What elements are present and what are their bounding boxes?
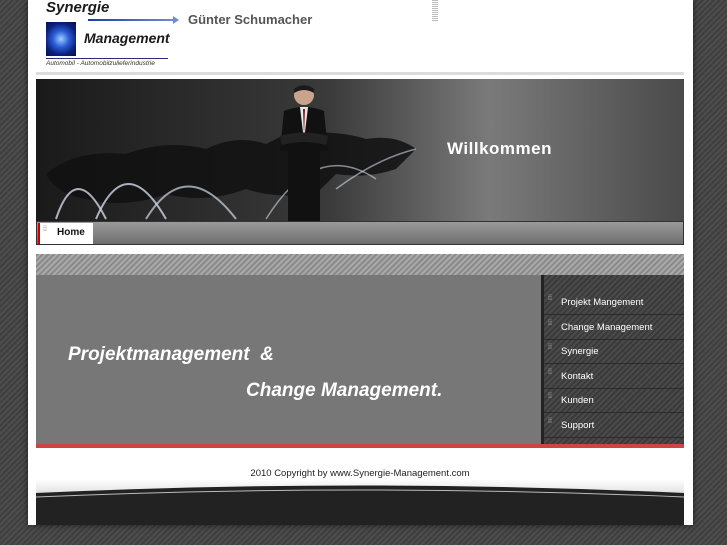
logo-subtitle: Automobil - Automobilzulieferindustrie [46,60,155,67]
sidebar-item-change-management[interactable]: ⁞⁞ Change Management [544,317,684,340]
logo-globe-icon [46,22,76,56]
nav-item-home[interactable]: ⁞⁞ Home [38,223,93,244]
site-footer: 2010 Copyright by www.Synergie-Managemen… [36,448,684,525]
content-top-stripe [36,254,684,275]
hero-banner: Willkommen [36,79,684,221]
site-header: Synergie Management Automobil - Automobi… [28,0,693,76]
businessman-image [280,85,328,221]
small-bullet-icon: ⁞⁞ [548,417,552,425]
page-container: Synergie Management Automobil - Automobi… [28,0,693,525]
small-bullet-icon: ⁞⁞ [548,295,552,302]
world-map-graphic [46,132,417,220]
owner-name: Günter Schumacher [188,12,313,27]
main-nav: ⁞⁞ Home [36,221,684,245]
small-bullet-icon: ⁞⁞ [548,344,552,352]
sidebar-item-label: Kontakt [561,370,594,382]
logo-arrow-graphic [88,16,179,24]
logo-title: Synergie [46,0,110,16]
main-content: Projektmanagement & Change Management. [36,275,541,444]
sidebar-menu: ⁞⁞ Projekt Mangement ⁞⁞ Change Managemen… [541,275,684,444]
sidebar-item-kontakt[interactable]: ⁞⁞ Kontakt [544,366,684,389]
tagline-line-1: Projektmanagement & [68,344,274,365]
sidebar-item-label: Support [561,419,595,431]
small-bullet-icon: ⁞⁞ [43,226,47,233]
sidebar-item-label: Projekt Mangement [561,297,644,308]
sidebar-item-projekt-mangement[interactable]: ⁞⁞ Projekt Mangement [544,292,684,315]
sidebar-item-support[interactable]: ⁞⁞ Support [544,415,684,438]
sidebar-item-synergie[interactable]: ⁞⁞ Synergie [544,341,684,365]
sidebar-item-label: Change Management [561,321,653,333]
tagline-line-2: Change Management. [246,380,443,401]
small-bullet-icon: ⁞⁞ [548,393,552,401]
header-divider [36,72,684,75]
logo-management: Management [84,30,170,46]
header-decoration [432,0,438,22]
logo-divider [46,58,168,59]
footer-swoosh-graphic [36,485,684,525]
copyright-text: 2010 Copyright by www.Synergie-Managemen… [250,468,470,479]
nav-item-label: Home [57,227,85,238]
sidebar-item-label: Kunden [561,395,594,407]
small-bullet-icon: ⁞⁞ [548,368,552,376]
welcome-heading: Willkommen [447,139,552,158]
small-bullet-icon: ⁞⁞ [548,319,552,327]
sidebar-item-kunden[interactable]: ⁞⁞ Kunden [544,390,684,414]
sidebar-item-label: Synergie [561,346,599,358]
